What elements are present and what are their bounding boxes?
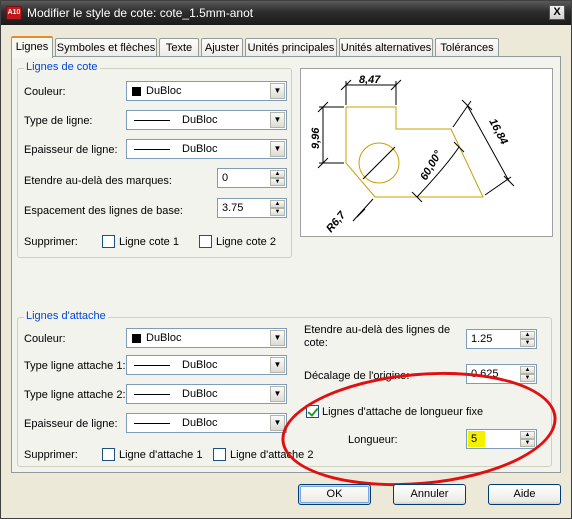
ext-extend-spinner[interactable]: 1.25 ▲ ▼ [466,329,537,349]
preview-dim-angle-label: 60,00° [418,148,445,182]
dim-lineweight-combo[interactable]: DuBloc ▼ [126,139,287,159]
ext-type2-value: DuBloc [182,388,218,400]
ok-button[interactable]: OK [298,484,371,505]
dropdown-arrow-icon[interactable]: ▼ [270,386,285,402]
spin-up-icon[interactable]: ▲ [520,366,535,374]
preview-dim-right-label: 16,84 [486,117,510,147]
autocad-app-icon: A10 [6,6,22,20]
dim-linetype-combo[interactable]: DuBloc ▼ [126,110,287,130]
dim-lineweight-label: Epaisseur de ligne: [24,144,118,156]
dim-linetype-value: DuBloc [182,114,218,126]
suppress-dim-line-2-label[interactable]: Ligne cote 2 [216,236,276,248]
ext-color-combo[interactable]: DuBloc ▼ [126,328,287,348]
line-preview-icon [134,423,170,424]
suppress-dim-line-1-label[interactable]: Ligne cote 1 [119,236,179,248]
dim-color-combo[interactable]: DuBloc ▼ [126,81,287,101]
dim-color-value: DuBloc [146,85,182,97]
tab-ajuster[interactable]: Ajuster [201,38,243,57]
ext-type1-label: Type ligne attache 1: [24,360,126,372]
preview-dim-top-label: 8,47 [359,74,381,86]
dropdown-arrow-icon[interactable]: ▼ [270,112,285,128]
dropdown-arrow-icon[interactable]: ▼ [270,357,285,373]
dim-lineweight-value: DuBloc [182,143,218,155]
ext-type2-combo[interactable]: DuBloc ▼ [126,384,287,404]
line-preview-icon [134,394,170,395]
spin-up-icon[interactable]: ▲ [270,170,285,178]
ext-extend-label: Etendre au-delà des lignes de cote: [304,324,451,349]
ext-type2-label: Type ligne attache 2: [24,389,126,401]
dim-color-label: Couleur: [24,86,66,98]
ext-suppress-label: Supprimer: [24,449,78,461]
tab-unites-principales[interactable]: Unités principales [245,38,337,57]
tab-symboles-et-fleches[interactable]: Symboles et flèches [55,38,157,57]
ext-type1-value: DuBloc [182,359,218,371]
ext-extend-value: 1.25 [471,333,493,345]
group-title-dimension-lines: Lignes de cote [24,61,100,73]
ext-lineweight-label: Epaisseur de ligne: [24,418,118,430]
preview-pane: 8,47 9,96 16,84 60,00° R6,7 [300,68,553,237]
spin-down-icon[interactable]: ▼ [520,339,535,347]
dim-extend-spinner[interactable]: 0 ▲ ▼ [217,168,287,188]
suppress-ext-line-1-checkbox[interactable] [102,448,115,461]
ext-type1-combo[interactable]: DuBloc ▼ [126,355,287,375]
spin-down-icon[interactable]: ▼ [520,374,535,382]
spin-up-icon[interactable]: ▲ [270,200,285,208]
suppress-ext-line-1-label[interactable]: Ligne d'attache 1 [119,449,202,461]
preview-dim-radius-label: R6,7 [324,209,349,235]
close-button[interactable]: X [549,5,565,20]
spin-down-icon[interactable]: ▼ [270,178,285,186]
line-preview-icon [134,365,170,366]
dropdown-arrow-icon[interactable]: ▼ [270,83,285,99]
dim-baseline-value: 3.75 [222,202,244,214]
suppress-dim-line-2-checkbox[interactable] [199,235,212,248]
window-title: Modifier le style de cote: cote_1.5mm-an… [27,6,254,20]
dropdown-arrow-icon[interactable]: ▼ [270,141,285,157]
spin-down-icon[interactable]: ▼ [270,208,285,216]
dim-linetype-label: Type de ligne: [24,115,93,127]
tab-tolerances[interactable]: Tolérances [435,38,499,57]
line-preview-icon [134,120,170,121]
color-swatch [132,334,141,343]
color-swatch [132,87,141,96]
dim-baseline-label: Espacement des lignes de base: [24,205,183,217]
ext-color-value: DuBloc [146,332,182,344]
cancel-button[interactable]: Annuler [393,484,466,505]
tab-unites-alternatives[interactable]: Unités alternatives [339,38,433,57]
group-dimension-lines: Lignes de cote Couleur: DuBloc ▼ Type de… [17,61,292,258]
dropdown-arrow-icon[interactable]: ▼ [270,330,285,346]
dimension-preview-drawing: 8,47 9,96 16,84 60,00° R6,7 [310,74,515,235]
preview-dim-left-label: 9,96 [310,127,322,149]
suppress-ext-line-2-checkbox[interactable] [213,448,226,461]
preview-part-outline [345,106,484,198]
ext-color-label: Couleur: [24,333,66,345]
help-button[interactable]: Aide [488,484,561,505]
ext-lineweight-combo[interactable]: DuBloc ▼ [126,413,287,433]
spin-up-icon[interactable]: ▲ [520,331,535,339]
line-preview-icon [134,149,170,150]
dim-baseline-spinner[interactable]: 3.75 ▲ ▼ [217,198,287,218]
ext-lineweight-value: DuBloc [182,417,218,429]
tab-bar: Lignes Symboles et flèches Texte Ajuster… [11,36,561,58]
group-title-extension-lines: Lignes d'attache [24,310,108,322]
suppress-dim-line-1-checkbox[interactable] [102,235,115,248]
title-bar[interactable]: A10 Modifier le style de cote: cote_1.5m… [1,1,571,25]
dialog-window: A10 Modifier le style de cote: cote_1.5m… [0,0,572,519]
dim-suppress-label: Supprimer: [24,236,78,248]
dim-extend-value: 0 [222,172,229,184]
dim-extend-label: Etendre au-delà des marques: [24,175,172,187]
tab-lignes[interactable]: Lignes [11,36,53,58]
tab-texte[interactable]: Texte [159,38,199,57]
